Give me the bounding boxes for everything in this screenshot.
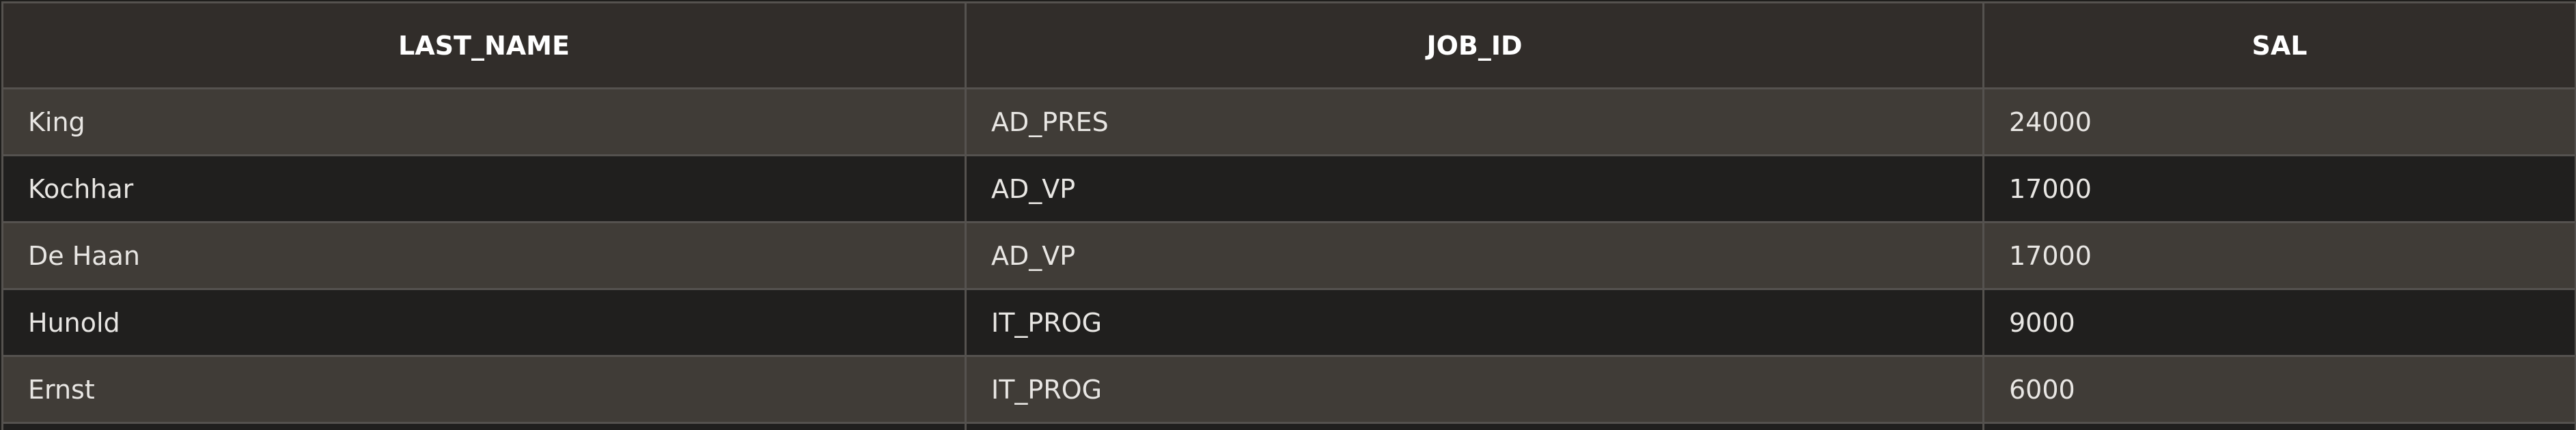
cell-last-name[interactable]: King bbox=[1, 87, 967, 156]
cell-last-name[interactable]: Ernst bbox=[1, 355, 967, 424]
cell-sal[interactable]: 17000 bbox=[1982, 154, 2576, 223]
cell-sal[interactable]: 17000 bbox=[1982, 221, 2576, 290]
column-header-job-id[interactable]: JOB_ID bbox=[965, 1, 1984, 89]
header-row: LAST_NAME JOB_ID SAL bbox=[1, 1, 2576, 89]
cell-empty bbox=[1982, 422, 2576, 430]
cell-sal[interactable]: 24000 bbox=[1982, 87, 2576, 156]
column-header-last-name[interactable]: LAST_NAME bbox=[1, 1, 967, 89]
cell-sal[interactable]: 9000 bbox=[1982, 288, 2576, 357]
table-row[interactable]: King AD_PRES 24000 bbox=[1, 87, 2576, 156]
cell-job-id[interactable]: AD_VP bbox=[965, 154, 1984, 223]
cell-job-id[interactable]: IT_PROG bbox=[965, 288, 1984, 357]
column-header-sal[interactable]: SAL bbox=[1982, 1, 2576, 89]
cell-last-name[interactable]: Hunold bbox=[1, 288, 967, 357]
table-row[interactable]: Kochhar AD_VP 17000 bbox=[1, 154, 2576, 223]
cell-sal[interactable]: 6000 bbox=[1982, 355, 2576, 424]
table-row[interactable]: Ernst IT_PROG 6000 bbox=[1, 355, 2576, 424]
cell-job-id[interactable]: IT_PROG bbox=[965, 355, 1984, 424]
cell-job-id[interactable]: AD_VP bbox=[965, 221, 1984, 290]
cell-empty bbox=[1, 422, 967, 430]
cell-last-name[interactable]: Kochhar bbox=[1, 154, 967, 223]
table-row[interactable]: De Haan AD_VP 17000 bbox=[1, 221, 2576, 290]
table-row[interactable]: Hunold IT_PROG 9000 bbox=[1, 288, 2576, 357]
cell-last-name[interactable]: De Haan bbox=[1, 221, 967, 290]
result-grid-container: LAST_NAME JOB_ID SAL King AD_PRES 24000 … bbox=[0, 0, 2576, 430]
cell-empty bbox=[965, 422, 1984, 430]
table-row-partial bbox=[1, 422, 2576, 430]
result-grid: LAST_NAME JOB_ID SAL King AD_PRES 24000 … bbox=[1, 1, 2576, 430]
cell-job-id[interactable]: AD_PRES bbox=[965, 87, 1984, 156]
